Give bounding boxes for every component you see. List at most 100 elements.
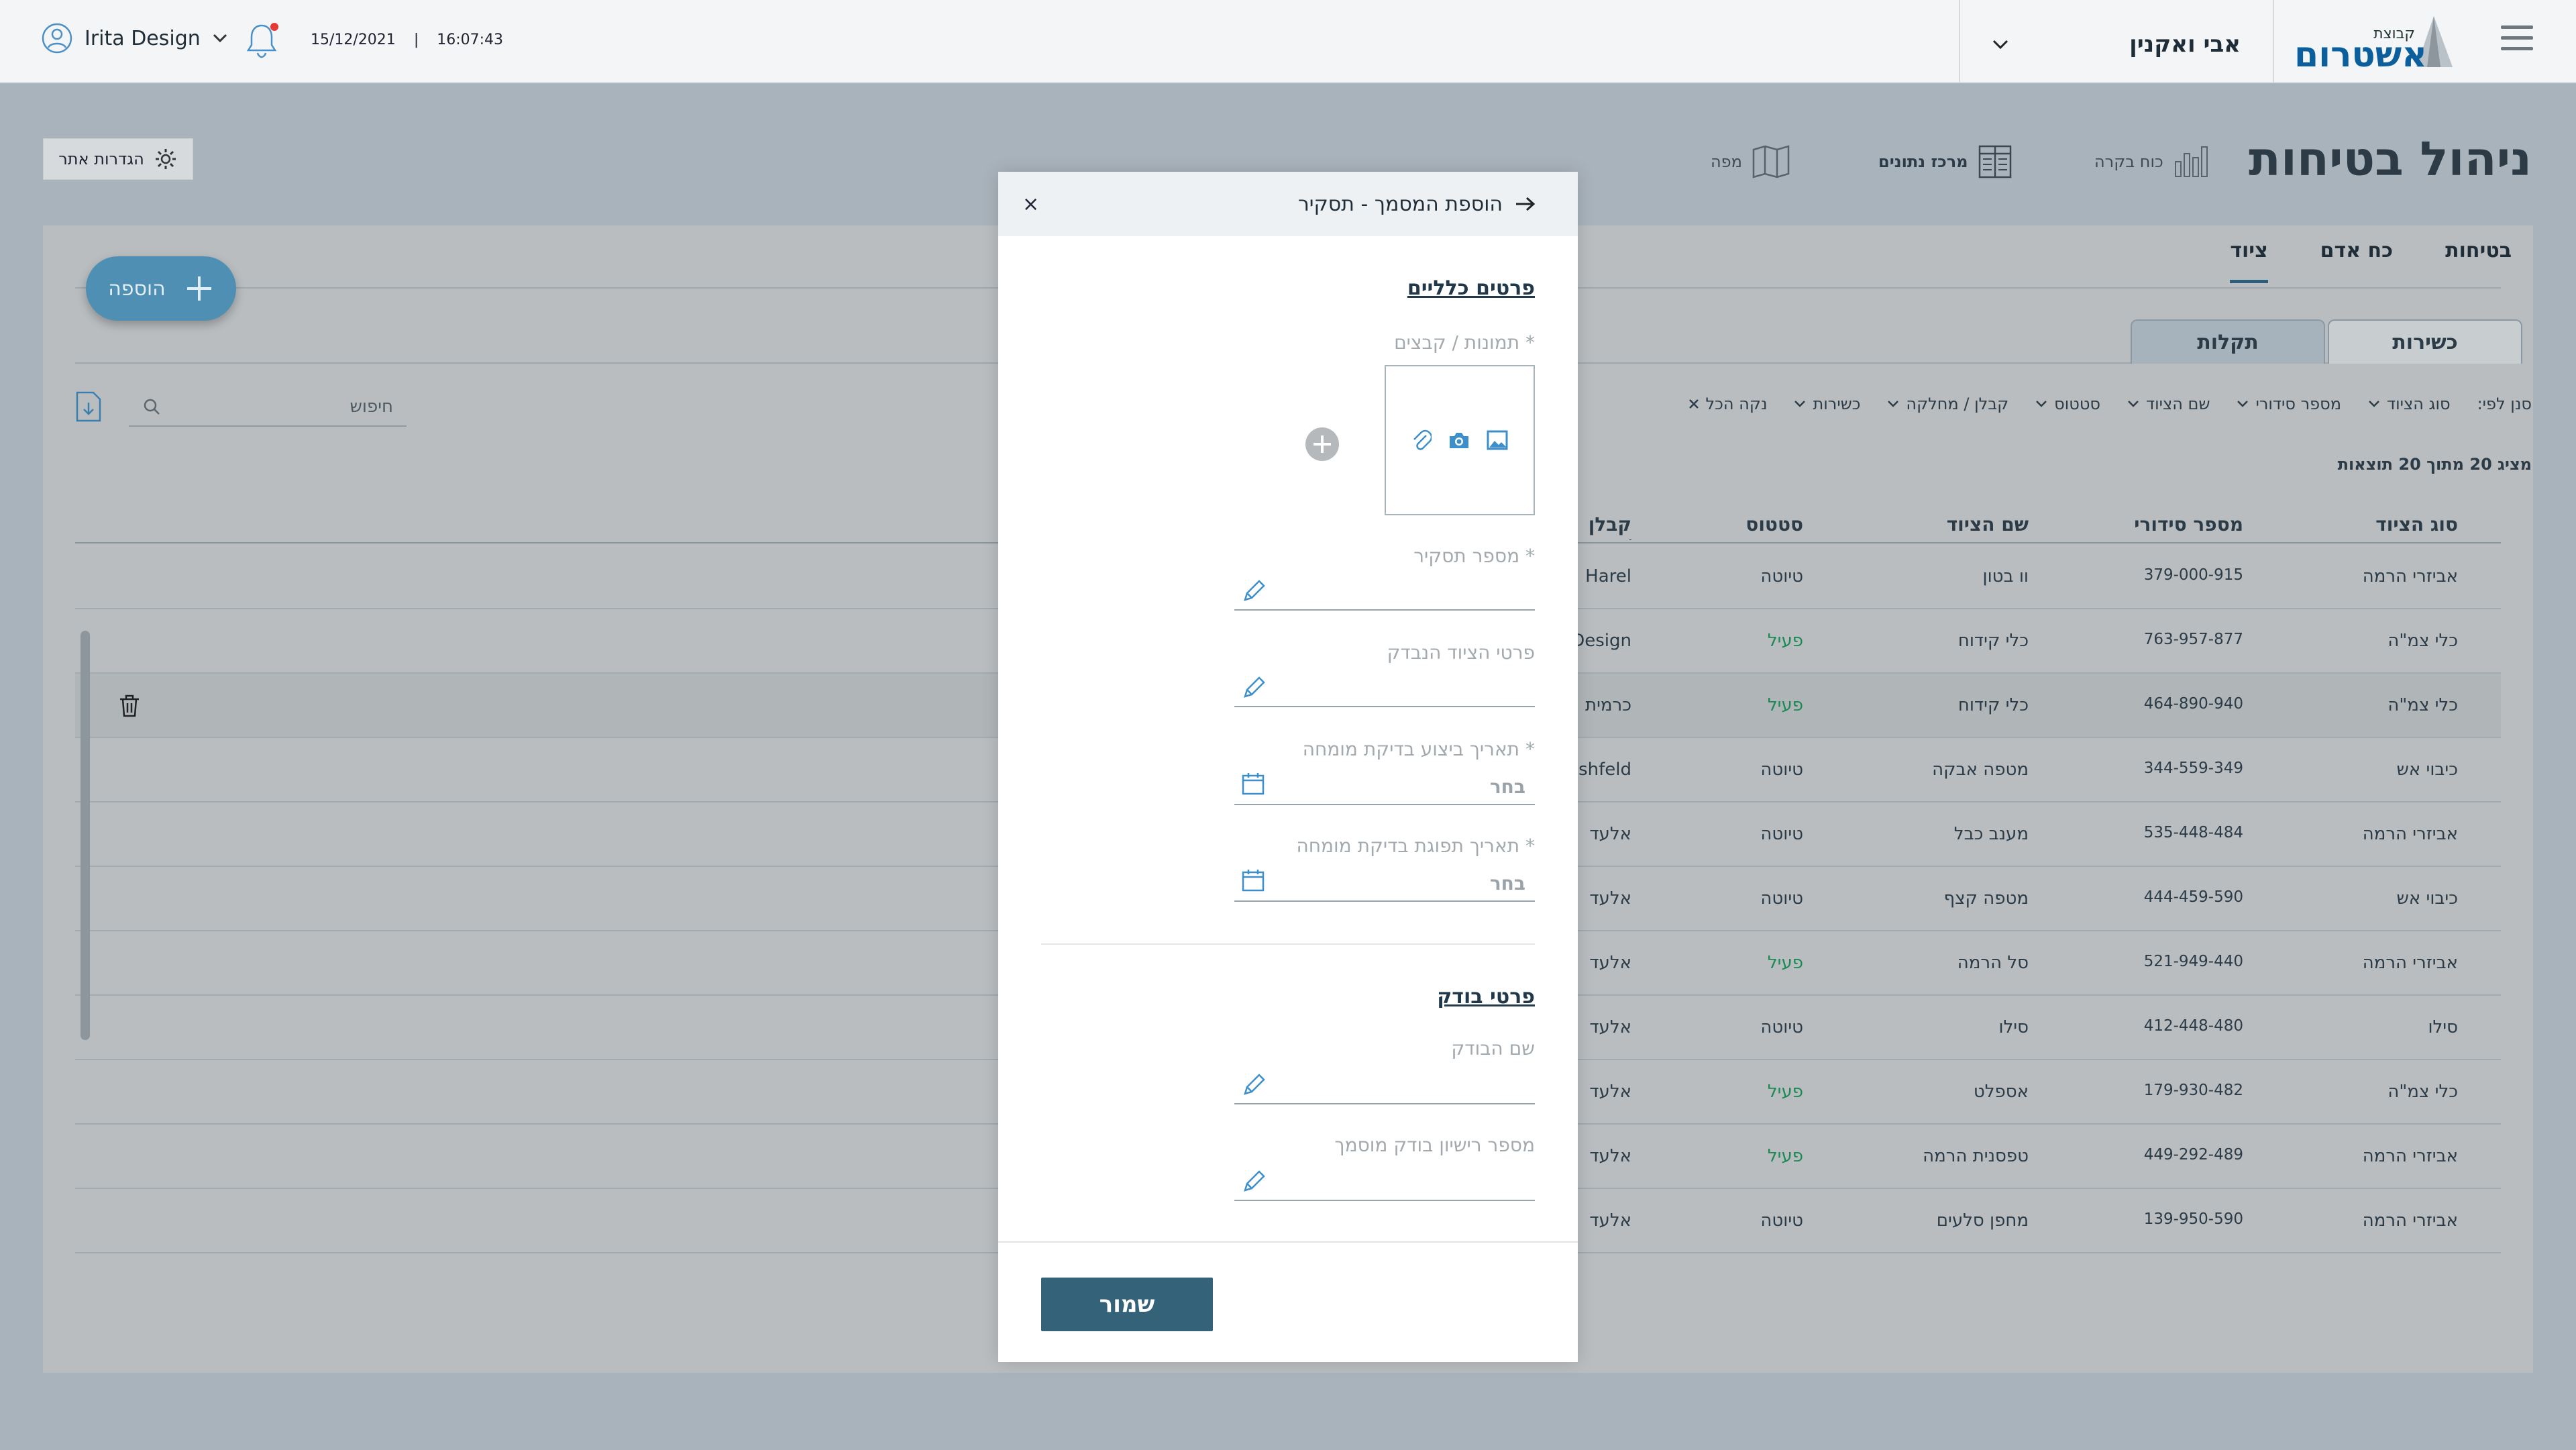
table-icon bbox=[1978, 145, 2011, 178]
tab-faults[interactable]: תקלות bbox=[2131, 319, 2325, 364]
bell-icon bbox=[246, 23, 278, 58]
tab-equipment[interactable]: ציוד bbox=[2230, 239, 2268, 283]
arrow-right-icon[interactable] bbox=[1515, 196, 1536, 212]
quick-nav-inspection[interactable]: כוח בקרה bbox=[2094, 144, 2208, 179]
cell-serial-number: 139-950-590 bbox=[2143, 1210, 2243, 1228]
cell-equipment-name: טפסנית הרמה bbox=[1923, 1146, 2029, 1166]
scrollbar[interactable] bbox=[80, 631, 90, 1040]
user-menu[interactable]: Irita Design bbox=[42, 23, 227, 54]
site-settings-button[interactable]: הגדרות אתר bbox=[43, 138, 193, 180]
filter-serial-number[interactable]: מספר סידורי bbox=[2237, 395, 2341, 413]
report-number-field[interactable] bbox=[1234, 609, 1535, 611]
cell-serial-number: 521-949-440 bbox=[2143, 953, 2243, 970]
date-text: 15/12/2021 bbox=[311, 32, 396, 48]
inspector-license-label: מספר רישיון בודק מוסמך bbox=[1334, 1134, 1535, 1156]
export-button[interactable] bbox=[75, 391, 102, 425]
pencil-icon bbox=[1244, 1170, 1265, 1192]
filter-label: סטטוס bbox=[2054, 395, 2100, 413]
quick-nav-data-center[interactable]: מרכז נתונים bbox=[1878, 144, 2012, 179]
cell-serial-number: 179-930-482 bbox=[2143, 1082, 2243, 1099]
filter-fitness[interactable]: כשירות bbox=[1794, 395, 1860, 413]
table-header-contractor: קבלן / bbox=[1588, 513, 1631, 540]
results-count: מציג 20 מתוך 20 תוצאות bbox=[2337, 455, 2532, 474]
filter-equipment-name[interactable]: שם הציוד bbox=[2127, 395, 2210, 413]
exec-date-field[interactable] bbox=[1234, 804, 1535, 805]
divider bbox=[1959, 0, 1960, 83]
cell-contractor: אלעד bbox=[1589, 953, 1631, 973]
quick-nav-inspection-label: כוח בקרה bbox=[2094, 152, 2163, 171]
notifications-button[interactable] bbox=[243, 20, 280, 63]
plus-circle-icon bbox=[1305, 427, 1339, 461]
cell-equipment-name: מענב כבל bbox=[1953, 824, 2029, 844]
table-header-status: סטטוס bbox=[1746, 513, 1803, 535]
person-select[interactable]: אבי ואקנין bbox=[1992, 31, 2241, 58]
cell-equipment-type: כלי צמ"ה bbox=[2387, 695, 2458, 715]
search-icon bbox=[144, 399, 160, 415]
close-button[interactable]: × bbox=[1022, 193, 1039, 216]
top-bar: Irita Design 15/12/2021 | 16:07:43 אבי ו… bbox=[0, 0, 2576, 83]
paperclip-icon[interactable] bbox=[1411, 429, 1432, 452]
cell-equipment-type: אביזרי הרמה bbox=[2362, 566, 2458, 586]
cell-serial-number: 344-559-349 bbox=[2143, 760, 2243, 777]
user-icon bbox=[42, 23, 72, 54]
calendar-icon[interactable] bbox=[1241, 772, 1265, 796]
cell-serial-number: 444-459-590 bbox=[2143, 888, 2243, 906]
map-icon bbox=[1752, 145, 1790, 178]
chevron-down-icon bbox=[1992, 40, 2008, 49]
cell-equipment-type: כלי צמ"ה bbox=[2387, 1082, 2458, 1102]
inspector-name-field[interactable] bbox=[1234, 1103, 1535, 1104]
image-icon[interactable] bbox=[1487, 430, 1508, 450]
cell-serial-number: 379-000-915 bbox=[2143, 566, 2243, 584]
filter-equipment-type[interactable]: סוג הציוד bbox=[2368, 395, 2451, 413]
user-name: Irita Design bbox=[85, 26, 201, 50]
tab-manpower[interactable]: כח אדם bbox=[2320, 239, 2393, 283]
chevron-down-icon bbox=[2237, 401, 2249, 407]
expiry-date-label: תאריך תפוגת בדיקת מומחה * bbox=[1296, 835, 1535, 857]
delete-button[interactable] bbox=[118, 694, 141, 721]
cell-serial-number: 464-890-940 bbox=[2143, 695, 2243, 713]
plus-icon bbox=[186, 276, 211, 301]
inspector-license-field[interactable] bbox=[1234, 1200, 1535, 1201]
upload-box[interactable] bbox=[1385, 365, 1535, 515]
search-input[interactable]: חיפוש bbox=[129, 388, 407, 427]
save-button[interactable]: שמור bbox=[1041, 1278, 1213, 1331]
calendar-icon[interactable] bbox=[1241, 868, 1265, 892]
cell-status: טיוטה bbox=[1760, 566, 1803, 586]
clear-filters-button[interactable]: נקה הכל bbox=[1688, 395, 1767, 413]
cell-contractor: אלעד bbox=[1589, 1210, 1631, 1231]
bar-chart-icon bbox=[2174, 146, 2208, 177]
tab-safety[interactable]: בטיחות bbox=[2445, 239, 2512, 283]
camera-icon[interactable] bbox=[1448, 430, 1470, 450]
cell-status: טיוטה bbox=[1760, 1017, 1803, 1037]
cell-status: טיוטה bbox=[1760, 1210, 1803, 1231]
filter-contractor[interactable]: קבלן / מחלקה bbox=[1887, 395, 2008, 413]
cell-serial-number: 535-448-484 bbox=[2143, 824, 2243, 841]
add-button[interactable]: הוספה bbox=[86, 256, 236, 321]
cell-status: פעיל bbox=[1767, 631, 1803, 651]
cell-equipment-name: מטפה קצף bbox=[1943, 888, 2029, 909]
cell-contractor: אלעד bbox=[1589, 1146, 1631, 1166]
expiry-date-field[interactable] bbox=[1234, 900, 1535, 902]
expiry-date-placeholder: בחר bbox=[1489, 872, 1525, 894]
cell-equipment-type: כיבוי אש bbox=[2396, 760, 2458, 780]
datetime: 15/12/2021 | 16:07:43 bbox=[311, 32, 503, 48]
cell-contractor: כרמית bbox=[1585, 695, 1631, 715]
file-download-icon bbox=[76, 391, 101, 422]
filter-status[interactable]: סטטוס bbox=[2035, 395, 2100, 413]
cell-equipment-type: אביזרי הרמה bbox=[2362, 1210, 2458, 1231]
tab-fitness[interactable]: כשירות bbox=[2328, 319, 2522, 364]
table-header-type: סוג הציוד bbox=[2375, 513, 2458, 535]
add-button-label: הוספה bbox=[108, 276, 166, 301]
cell-equipment-type: אביזרי הרמה bbox=[2362, 824, 2458, 844]
hamburger-menu-icon[interactable] bbox=[2501, 25, 2533, 58]
table-header-serial: מספר סידורי bbox=[2134, 513, 2243, 535]
main-tabs: ציוד כח אדם בטיחות bbox=[2230, 239, 2512, 283]
cell-contractor: אלעד bbox=[1589, 1017, 1631, 1037]
filter-prefix: סנן לפי: bbox=[2477, 395, 2532, 413]
equipment-details-field[interactable] bbox=[1234, 706, 1535, 707]
add-file-button[interactable] bbox=[1304, 426, 1340, 465]
quick-nav-map[interactable]: מפה bbox=[1711, 144, 1790, 179]
report-number-label: מספר תסקיר * bbox=[1413, 545, 1535, 567]
logo-main-text: אשטרום bbox=[2294, 35, 2427, 75]
cell-status: פעיל bbox=[1767, 695, 1803, 715]
